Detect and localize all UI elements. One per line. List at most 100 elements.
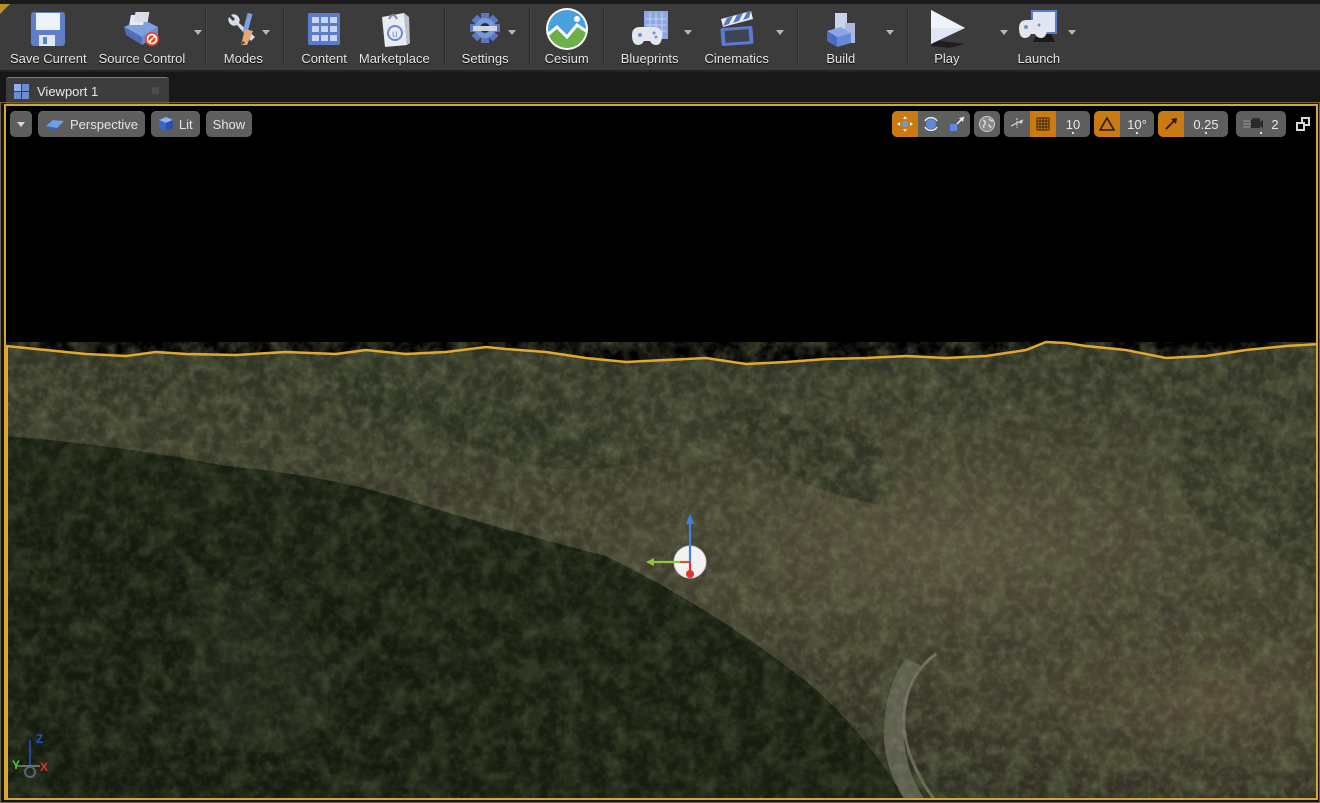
axis-z-label: Z (36, 732, 44, 746)
cinematics-button[interactable]: Cinematics (699, 4, 775, 70)
launch-dropdown[interactable] (1065, 4, 1079, 70)
settings-button[interactable]: Settings (456, 4, 515, 70)
cesium-label: Cesium (544, 51, 589, 66)
world-space-toggle[interactable] (974, 111, 1000, 137)
save-current-label: Save Current (10, 51, 87, 66)
axis-y-label: Y (12, 758, 21, 772)
main-toolbar: Save Current Source Control Modes Conten… (0, 0, 1320, 72)
chevron-down-icon (885, 29, 894, 35)
tab-label: Viewport 1 (37, 83, 99, 99)
svg-text:u: u (392, 29, 398, 40)
scale-snap-group: 0.25 (1158, 111, 1228, 137)
cesium-button[interactable]: Cesium (539, 4, 595, 70)
launch-button[interactable]: Launch (1011, 4, 1067, 70)
rotate-icon (924, 116, 938, 132)
cinematics-label: Cinematics (704, 51, 769, 66)
rotation-snap-value-dropdown[interactable]: 10° (1120, 111, 1154, 137)
camera-speed-value: 2 (1271, 116, 1279, 132)
build-label: Build (826, 51, 856, 66)
grid-snap-value: 10 (1065, 116, 1081, 132)
marketplace-button[interactable]: u Marketplace (353, 4, 436, 70)
surface-snap-toggle[interactable] (1004, 111, 1030, 137)
scale-mode-button[interactable] (944, 111, 970, 137)
cinematics-dropdown[interactable] (773, 4, 787, 70)
build-button[interactable]: Build (813, 4, 869, 70)
play-button[interactable]: Play (919, 4, 975, 70)
scale-snap-value-dropdown[interactable]: 0.25 (1184, 111, 1228, 137)
camera-speed-dropdown[interactable]: 2 (1236, 111, 1286, 137)
play-icon (925, 8, 969, 50)
chevron-down-icon (17, 121, 25, 127)
marketplace-bag-icon: u (372, 8, 416, 50)
save-current-button[interactable]: Save Current (4, 4, 93, 70)
blueprints-label: Blueprints (620, 51, 679, 66)
play-label: Play (934, 51, 960, 66)
grid-icon (1036, 117, 1050, 131)
translate-arrows-icon (897, 116, 913, 132)
world-axis-indicator: Z Y X (10, 730, 54, 784)
cesium-logo-icon (545, 8, 589, 50)
content-button[interactable]: Content (295, 4, 353, 70)
globe-icon (979, 116, 995, 132)
close-tab-icon[interactable] (152, 87, 159, 94)
chevron-down-icon (194, 29, 203, 35)
camera-speed-icon (1243, 118, 1264, 128)
chevron-down-icon (683, 29, 692, 35)
viewport-options-button[interactable] (10, 111, 32, 137)
surface-snap-icon (1010, 118, 1024, 128)
translate-mode-button[interactable] (892, 111, 918, 137)
camera-speed-group: 2 (1236, 111, 1286, 137)
modes-tools-icon (221, 8, 265, 50)
content-browser-icon (302, 8, 346, 50)
source-control-icon (120, 8, 164, 50)
axis-x-label: X (40, 760, 49, 774)
rotation-snap-group: 10° (1094, 111, 1154, 137)
lit-cube-icon (158, 117, 173, 131)
grid-snap-toggle[interactable] (1030, 111, 1056, 137)
modes-label: Modes (223, 51, 263, 66)
scale-arrow-icon (1165, 118, 1177, 130)
source-control-label: Source Control (98, 51, 186, 66)
terrain-scene (6, 340, 1316, 798)
scale-snap-value: 0.25 (1193, 116, 1219, 132)
modes-button[interactable]: Modes (215, 4, 271, 70)
chevron-down-icon (775, 29, 784, 35)
perspective-icon (46, 120, 64, 130)
tab-bar: Viewport 1 (0, 72, 1320, 104)
lit-view-mode-button[interactable]: Lit (150, 111, 200, 137)
level-viewport[interactable]: Perspective Lit Show 10 10° 0.25 2 Z Y X (4, 104, 1318, 800)
blueprints-button[interactable]: Blueprints (615, 4, 685, 70)
coordinate-space-group (974, 111, 1000, 137)
show-label: Show (212, 116, 246, 132)
lit-label: Lit (178, 116, 193, 132)
transform-gizmo[interactable] (636, 510, 716, 590)
grid-snap-value-dropdown[interactable]: 10 (1056, 111, 1090, 137)
play-dropdown[interactable] (997, 4, 1011, 70)
rotation-snap-value: 10° (1127, 116, 1147, 132)
show-flags-button[interactable]: Show (205, 111, 253, 137)
perspective-button[interactable]: Perspective (38, 111, 145, 137)
build-blocks-icon (819, 8, 863, 50)
perspective-label: Perspective (70, 116, 138, 132)
viewport-grid-icon (14, 83, 29, 99)
launch-label: Launch (1017, 51, 1061, 66)
launch-monitor-icon (1017, 8, 1061, 50)
marketplace-label: Marketplace (358, 51, 430, 66)
chevron-down-icon (1067, 29, 1076, 35)
angle-triangle-icon (1099, 116, 1115, 131)
settings-label: Settings (461, 51, 509, 66)
source-control-dropdown[interactable] (191, 4, 205, 70)
build-dropdown[interactable] (883, 4, 897, 70)
viewport-left-controls: Perspective Lit Show (10, 111, 253, 137)
rotate-mode-button[interactable] (918, 111, 944, 137)
scale-snap-toggle[interactable] (1158, 111, 1184, 137)
blueprints-gamepad-icon (628, 8, 672, 50)
maximize-viewport-button[interactable] (1296, 117, 1310, 131)
chevron-down-icon (999, 29, 1008, 35)
grid-snap-group: 10 (1004, 111, 1090, 137)
cinematics-clapper-icon (715, 8, 759, 50)
source-control-button[interactable]: Source Control (93, 4, 192, 70)
tab-viewport-1[interactable]: Viewport 1 (6, 77, 169, 104)
content-label: Content (301, 51, 347, 66)
rotation-snap-toggle[interactable] (1094, 111, 1120, 137)
